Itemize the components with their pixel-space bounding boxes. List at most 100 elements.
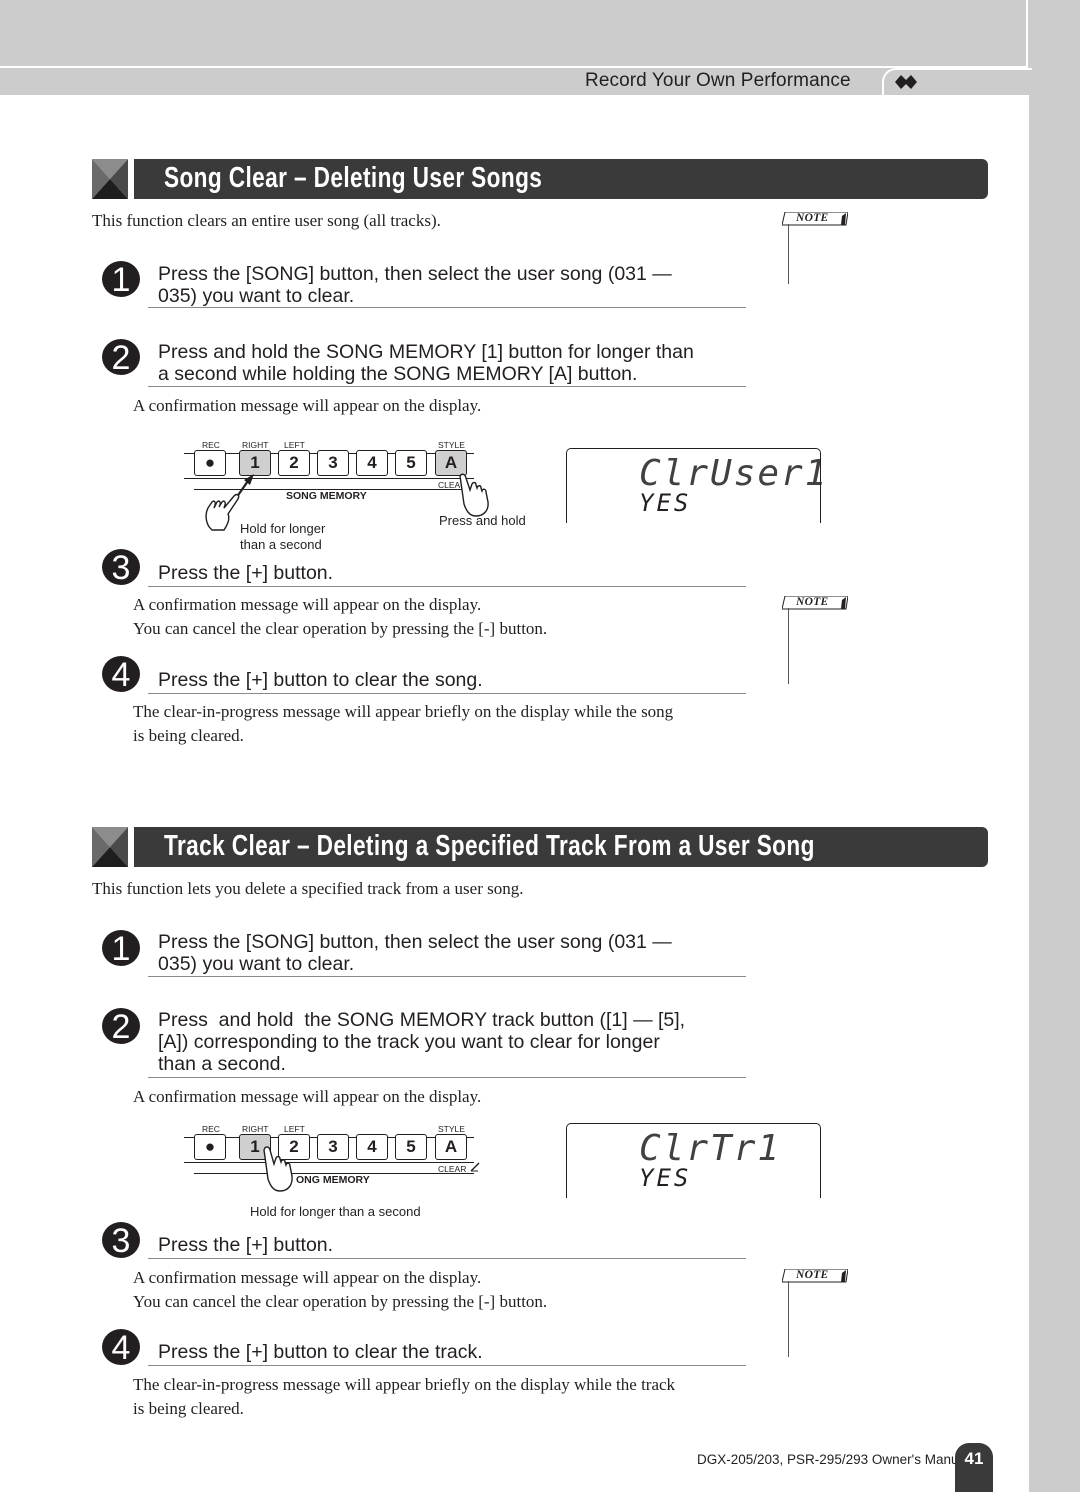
rec-button[interactable]: ● [194, 1134, 226, 1160]
section-title: Track Clear – Deleting a Specified Track… [164, 830, 815, 862]
step-line: 035) you want to clear. [158, 953, 355, 975]
step-instruction: Press the [+] button to clear the track. [158, 1341, 483, 1363]
svg-text:2: 2 [112, 339, 131, 377]
body-line: A confirmation message will appear on th… [133, 396, 482, 415]
step-body: A confirmation message will appear on th… [133, 1085, 481, 1109]
lcd-display: ClrUser1 YES [566, 448, 826, 523]
track-3-button[interactable]: 3 [317, 450, 349, 476]
step-divider [148, 976, 746, 977]
step-4: 4 Press the [+] button to clear the song… [100, 654, 746, 696]
step-body: A confirmation message will appear on th… [133, 394, 481, 418]
step-instruction: Press the [SONG] button, then select the… [158, 931, 672, 975]
step-body: The clear-in-progress message will appea… [133, 700, 673, 747]
section-bullet-icon [92, 827, 128, 867]
section-title-bar: Song Clear – Deleting User Songs [134, 159, 988, 199]
section-bullet-icon [92, 159, 128, 199]
diamond-double-icon [895, 75, 917, 89]
body-line: A confirmation message will appear on th… [133, 1087, 482, 1106]
clear-mark-icon [470, 1162, 480, 1172]
body-line: is being cleared. [133, 725, 244, 745]
lcd-sub-text: YES [639, 1164, 692, 1192]
track-4-button[interactable]: 4 [356, 450, 388, 476]
track-a-button[interactable]: A [435, 1134, 467, 1160]
caption-line: Hold for longer [240, 521, 326, 536]
section-title: Song Clear – Deleting User Songs [164, 162, 543, 194]
step-2: 2 Press and hold the SONG MEMORY track b… [100, 1006, 746, 1080]
body-line: You can cancel the clear operation by pr… [133, 618, 548, 638]
step-number-icon: 1 [102, 261, 140, 299]
step-divider [148, 307, 746, 308]
lcd-sub-text: YES [639, 489, 692, 517]
track-2-button[interactable]: 2 [278, 450, 310, 476]
lcd-main-text: ClrUser1 [639, 453, 829, 494]
manual-title: DGX-205/203, PSR-295/293 Owner's Manual [697, 1452, 969, 1467]
step-line: Press the [SONG] button, then select the… [158, 263, 672, 285]
caption-hold: Hold for longer than a second [250, 1204, 421, 1220]
track-4-button[interactable]: 4 [356, 1134, 388, 1160]
note-box: NOTE [782, 212, 852, 287]
label-right: RIGHT [242, 440, 269, 450]
step-number-icon: 3 [102, 549, 140, 587]
step-body: A confirmation message will appear on th… [133, 1266, 547, 1313]
note-line [788, 224, 789, 284]
page-number: 41 [964, 1449, 984, 1468]
step-line: 035) you want to clear. [158, 285, 355, 307]
step-divider [148, 586, 746, 587]
step-instruction: Press and hold the SONG MEMORY track but… [158, 1009, 685, 1075]
svg-text:1: 1 [112, 261, 131, 299]
step-number-icon: 2 [102, 1008, 140, 1046]
svg-text:1: 1 [112, 930, 131, 968]
section-header-track-clear: Track Clear – Deleting a Specified Track… [92, 827, 988, 867]
step-4: 4 Press the [+] button to clear the trac… [100, 1327, 746, 1369]
label-left: LEFT [284, 440, 305, 450]
right-margin-band [1029, 0, 1080, 1492]
body-line: The clear-in-progress message will appea… [133, 702, 674, 721]
step-number-icon: 2 [102, 339, 140, 377]
note-label: NOTE [796, 212, 829, 224]
step-line: Press the [SONG] button, then select the… [158, 931, 672, 953]
step-line: Press the [+] button to clear the song. [158, 669, 483, 691]
step-2: 2 Press and hold the SONG MEMORY [1] but… [100, 337, 746, 389]
section-intro: This function lets you delete a specifie… [92, 879, 524, 898]
hand-press-icon [263, 1146, 293, 1192]
step-line: a second while holding the SONG MEMORY [… [158, 363, 638, 385]
step-1: 1 Press the [SONG] button, then select t… [100, 928, 746, 980]
step-3: 3 Press the [+] button. [100, 1220, 746, 1262]
step-line: Press the [+] button. [158, 562, 334, 584]
track-5-button[interactable]: 5 [395, 1134, 427, 1160]
note-box: NOTE [782, 596, 852, 686]
caption-press: Press and hold [439, 513, 526, 528]
label-style: STYLE [438, 1124, 465, 1134]
svg-text:4: 4 [112, 656, 131, 694]
section-title-bar: Track Clear – Deleting a Specified Track… [134, 827, 988, 867]
song-memory-panel: REC RIGHT LEFT STYLE ● 1 2 3 4 5 A CLEAR… [184, 438, 489, 558]
step-instruction: Press and hold the SONG MEMORY [1] butto… [158, 341, 694, 385]
page-number-tab: 41 [955, 1443, 993, 1492]
step-number-icon: 4 [102, 656, 140, 694]
hand-press-icon [459, 473, 489, 517]
body-line: is being cleared. [133, 1398, 244, 1418]
svg-text:3: 3 [112, 1222, 131, 1260]
step-line: Press and hold the SONG MEMORY track but… [158, 1009, 686, 1031]
step-1: 1 Press the [SONG] button, then select t… [100, 259, 746, 311]
note-label: NOTE [796, 1269, 829, 1281]
step-body: A confirmation message will appear on th… [133, 593, 547, 640]
step-line: Press the [+] button. [158, 1234, 334, 1256]
label-rec: REC [202, 440, 220, 450]
body-line: A confirmation message will appear on th… [133, 1268, 482, 1287]
panel-line [184, 1162, 474, 1164]
label-song-memory: SONG MEMORY [286, 490, 367, 502]
svg-text:3: 3 [112, 549, 131, 587]
lcd-main-text: ClrTr1 [639, 1128, 782, 1169]
track-5-button[interactable]: 5 [395, 450, 427, 476]
step-instruction: Press the [SONG] button, then select the… [158, 263, 672, 307]
note-box: NOTE [782, 1269, 852, 1359]
label-left: LEFT [284, 1124, 305, 1134]
note-line [788, 608, 789, 684]
step-instruction: Press the [+] button. [158, 562, 333, 584]
note-line [788, 1281, 789, 1357]
body-line: You can cancel the clear operation by pr… [133, 1291, 548, 1311]
body-line: A confirmation message will appear on th… [133, 595, 482, 614]
step-body: The clear-in-progress message will appea… [133, 1373, 675, 1420]
track-3-button[interactable]: 3 [317, 1134, 349, 1160]
